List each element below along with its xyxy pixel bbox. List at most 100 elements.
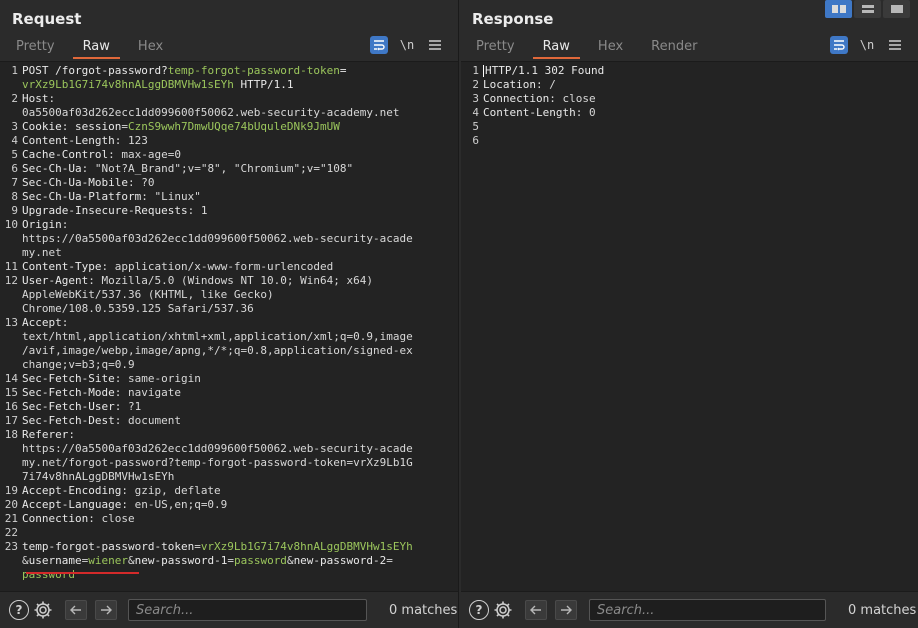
line-number — [0, 568, 22, 582]
line-number: 3 — [11, 120, 18, 133]
token: Referer — [22, 428, 69, 441]
next-match-button[interactable] — [555, 600, 577, 620]
token: username — [28, 554, 82, 567]
line-text: Host: — [22, 92, 55, 106]
token: new-password-1 — [134, 554, 228, 567]
line-text: Cache-Control: max-age=0 — [22, 148, 181, 162]
line-text: Sec-Fetch-Site: same-origin — [22, 372, 201, 386]
line-number: 2 — [472, 78, 479, 91]
token: new-password-2 — [293, 554, 387, 567]
token: POST /forgot-password? — [22, 64, 168, 77]
wrap-lines-icon[interactable] — [830, 36, 848, 54]
settings-gear-icon[interactable] — [32, 599, 54, 621]
token: Cookie — [22, 120, 62, 133]
editor-line: text/html,application/xhtml+xml,applicat… — [0, 330, 458, 344]
response-search-input[interactable] — [589, 599, 826, 621]
line-number: 5 — [472, 120, 479, 133]
line-number: 18 — [4, 428, 18, 441]
line-number — [0, 442, 22, 456]
line-number — [0, 246, 22, 260]
request-title: Request — [12, 10, 82, 28]
token: : close — [549, 92, 596, 105]
response-tab-hex[interactable]: Hex — [592, 37, 629, 59]
token: Sec-Ch-Ua-Platform — [22, 190, 142, 203]
editor-line: 10 Origin: — [0, 218, 458, 232]
editor-line: vrXz9Lb1G7i74v8hnALggDBMVHw1sEYh HTTP/1.… — [0, 78, 458, 92]
next-match-button[interactable] — [95, 600, 117, 620]
token: : 123 — [114, 134, 148, 147]
menu-icon[interactable] — [426, 36, 444, 54]
line-number: 13 — [4, 316, 18, 329]
line-number: 2 — [11, 92, 18, 105]
previous-match-button[interactable] — [525, 600, 547, 620]
editor-line: Chrome/108.0.5359.125 Safari/537.36 — [0, 302, 458, 316]
previous-match-button[interactable] — [65, 600, 87, 620]
request-tab-raw[interactable]: Raw — [72, 37, 121, 59]
token: Accept — [22, 316, 62, 329]
token: : navigate — [114, 386, 181, 399]
response-tab-pretty[interactable]: Pretty — [470, 37, 521, 59]
token: Accept-Encoding — [22, 484, 122, 497]
token: = — [194, 540, 201, 553]
line-number — [0, 554, 22, 568]
request-tab-hex[interactable]: Hex — [132, 37, 169, 59]
token: : "Not?A_Brand";v="8", "Chromium";v="108… — [81, 162, 354, 175]
editor-line: 7i74v8hnALggDBMVHw1sEYh — [0, 470, 458, 484]
response-tab-render[interactable]: Render — [645, 37, 703, 59]
line-text: POST /forgot-password?temp-forgot-passwo… — [22, 64, 347, 78]
help-icon[interactable]: ? — [469, 600, 489, 620]
token: session — [75, 120, 122, 133]
response-editor[interactable]: 1 HTTP/1.1 302 Found 2 Location: / 3 Connecti… — [461, 61, 918, 592]
token: Connection — [22, 512, 89, 525]
response-tab-raw[interactable]: Raw — [532, 37, 581, 59]
editor-line: 23 temp-forgot-password-token=vrXz9Lb1G7i… — [0, 540, 458, 554]
token: : gzip, deflate — [121, 484, 221, 497]
wrap-lines-icon[interactable] — [370, 36, 388, 54]
line-text: my.net — [22, 246, 62, 260]
editor-line: 5 Cache-Control: max-age=0 — [0, 148, 458, 162]
token: wiener — [88, 554, 128, 567]
side-by-side-layout-icon[interactable] — [825, 0, 852, 18]
tabs-layout-icon[interactable] — [883, 0, 910, 18]
token: /avif,image/webp,image/apng,*/*;q=0.8,ap… — [22, 344, 413, 357]
line-text: User-Agent: Mozilla/5.0 (Windows NT 10.0… — [22, 274, 373, 288]
newline-icon[interactable]: \n — [398, 36, 416, 54]
editor-line: 11 Content-Type: application/x-www-form-u… — [0, 260, 458, 274]
token: https://0a5500af03d262ecc1dd099600f50062… — [22, 442, 413, 455]
editor-line: 1 POST /forgot-password?temp-forgot-passw… — [0, 64, 458, 78]
settings-gear-icon[interactable] — [492, 599, 514, 621]
line-text: Upgrade-Insecure-Requests: 1 — [22, 204, 207, 218]
request-tab-pretty[interactable]: Pretty — [10, 37, 61, 59]
line-number — [0, 232, 22, 246]
request-tabs: Pretty Raw Hex — [10, 37, 185, 59]
line-text: Sec-Fetch-User: ?1 — [22, 400, 141, 414]
token: & — [127, 554, 135, 567]
line-text: Cookie: session=CznS9wwh7DmwUQqe74bUqule… — [22, 120, 340, 134]
request-editor[interactable]: 1 POST /forgot-password?temp-forgot-passw… — [0, 61, 458, 592]
token: : / — [535, 78, 556, 91]
token: : — [61, 218, 69, 231]
menu-icon[interactable] — [886, 36, 904, 54]
line-text: /avif,image/webp,image/apng,*/*;q=0.8,ap… — [22, 344, 413, 358]
token: password — [22, 568, 75, 581]
request-search-input[interactable] — [128, 599, 367, 621]
token: : en-US,en;q=0.9 — [121, 498, 228, 511]
token: = — [227, 554, 234, 567]
token: Upgrade-Insecure-Requests — [22, 204, 188, 217]
line-number — [0, 106, 22, 120]
line-number: 16 — [4, 400, 18, 413]
line-text: Sec-Ch-Ua: "Not?A_Brand";v="8", "Chromiu… — [22, 162, 353, 176]
editor-line: 7 Sec-Ch-Ua-Mobile: ?0 — [0, 176, 458, 190]
line-text: password — [22, 568, 75, 582]
help-icon[interactable]: ? — [9, 600, 29, 620]
editor-line: 20 Accept-Language: en-US,en;q=0.9 — [0, 498, 458, 512]
line-text: Referer: — [22, 428, 75, 442]
line-text: Accept-Language: en-US,en;q=0.9 — [22, 498, 227, 512]
editor-line: 0a5500af03d262ecc1dd099600f50062.web-sec… — [0, 106, 458, 120]
token: = — [339, 64, 347, 77]
token: Sec-Fetch-Site — [22, 372, 115, 385]
newline-icon[interactable]: \n — [858, 36, 876, 54]
top-bottom-layout-icon[interactable] — [854, 0, 881, 18]
line-number — [0, 358, 22, 372]
token: : document — [114, 414, 181, 427]
